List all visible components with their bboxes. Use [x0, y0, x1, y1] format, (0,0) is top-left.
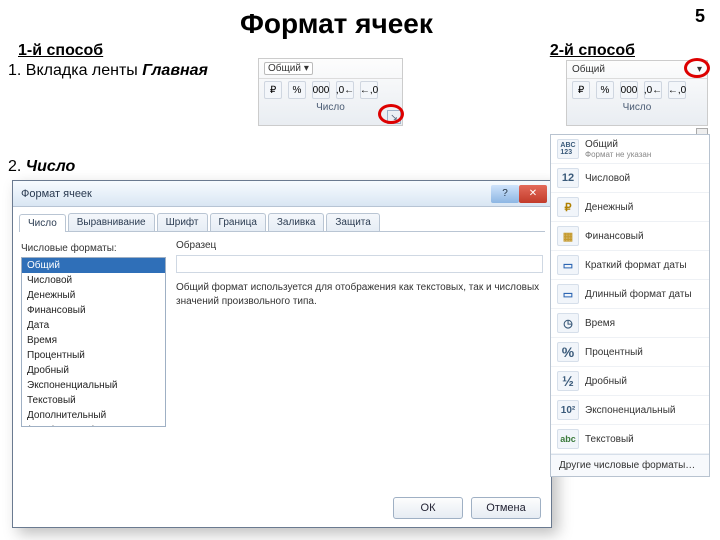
percent-format-icon: % — [557, 342, 579, 362]
dropdown-item-general[interactable]: ABC 123 Общий Формат не указан — [551, 135, 709, 164]
increase-decimal-icon[interactable]: ,0← — [644, 81, 662, 99]
dropdown-item-label: Дробный — [585, 376, 703, 387]
step2-group: Число — [26, 158, 76, 175]
dropdown-item-label: Денежный — [585, 202, 703, 213]
tab-alignment[interactable]: Выравнивание — [68, 213, 155, 231]
list-item[interactable]: Дата — [22, 318, 165, 333]
formats-list-label: Числовые форматы: — [21, 243, 117, 254]
dropdown-more-formats[interactable]: Другие числовые форматы… — [551, 454, 709, 476]
tab-protection[interactable]: Защита — [326, 213, 379, 231]
method2-heading: 2-й способ — [550, 42, 635, 60]
dropdown-item-longdate[interactable]: ▭ Длинный формат даты — [551, 280, 709, 309]
step1-tabname: Главная — [142, 62, 208, 79]
number-format-combo[interactable]: Общий ▾ — [264, 62, 313, 75]
dropdown-item-scientific[interactable]: 10² Экспоненциальный — [551, 396, 709, 425]
thousands-icon[interactable]: 000 — [312, 81, 330, 99]
list-item[interactable]: Процентный — [22, 348, 165, 363]
method1-heading: 1-й способ — [18, 42, 103, 60]
general-format-icon: ABC 123 — [557, 139, 579, 159]
dropdown-item-label: Текстовый — [585, 434, 703, 445]
step2-prefix: 2. — [8, 158, 26, 175]
increase-decimal-icon[interactable]: ,0← — [336, 81, 354, 99]
ok-button[interactable]: ОК — [393, 497, 463, 519]
close-button[interactable]: ✕ — [519, 185, 547, 203]
chevron-down-icon: ▾ — [304, 63, 309, 74]
cancel-button[interactable]: Отмена — [471, 497, 541, 519]
page-title: Формат ячеек — [240, 8, 433, 40]
ribbon-group-label-2: Число — [567, 101, 707, 113]
formats-listbox[interactable]: Общий Числовой Денежный Финансовый Дата … — [21, 257, 166, 427]
list-item[interactable]: Общий — [22, 258, 165, 273]
sample-label: Образец — [176, 240, 543, 251]
dropdown-item-percent[interactable]: % Процентный — [551, 338, 709, 367]
currency-icon[interactable]: ₽ — [572, 81, 590, 99]
list-item[interactable]: Числовой — [22, 273, 165, 288]
percent-icon[interactable]: % — [288, 81, 306, 99]
thousands-icon[interactable]: 000 — [620, 81, 638, 99]
list-item[interactable]: (все форматы) — [22, 423, 165, 427]
sample-box — [176, 255, 543, 273]
list-item[interactable]: Финансовый — [22, 303, 165, 318]
decrease-decimal-icon[interactable]: ←,0 — [668, 81, 686, 99]
highlight-circle-2 — [684, 58, 710, 78]
short-date-icon: ▭ — [557, 255, 579, 275]
format-description: Общий формат используется для отображени… — [176, 281, 543, 308]
dropdown-item-shortdate[interactable]: ▭ Краткий формат даты — [551, 251, 709, 280]
dialog-title: Формат ячеек — [21, 188, 92, 200]
list-item[interactable]: Дополнительный — [22, 408, 165, 423]
long-date-icon: ▭ — [557, 284, 579, 304]
list-item[interactable]: Время — [22, 333, 165, 348]
dialog-titlebar[interactable]: Формат ячеек ? ✕ — [13, 181, 551, 207]
tab-border[interactable]: Граница — [210, 213, 266, 231]
tab-font[interactable]: Шрифт — [157, 213, 208, 231]
dialog-tabs: Число Выравнивание Шрифт Граница Заливка… — [13, 207, 551, 231]
dropdown-item-label: Длинный формат даты — [585, 289, 703, 300]
tab-number[interactable]: Число — [19, 214, 66, 232]
dropdown-item-label: Экспоненциальный — [585, 405, 703, 416]
list-item[interactable]: Дробный — [22, 363, 165, 378]
dropdown-item-accounting[interactable]: ▦ Финансовый — [551, 222, 709, 251]
dropdown-item-label: Краткий формат даты — [585, 260, 703, 271]
dropdown-item-label: Финансовый — [585, 231, 703, 242]
dropdown-item-time[interactable]: ◷ Время — [551, 309, 709, 338]
currency-format-icon: ₽ — [557, 197, 579, 217]
dropdown-item-sub: Формат не указан — [585, 150, 703, 159]
tab-fill[interactable]: Заливка — [268, 213, 325, 231]
step2-text: 2. Число — [8, 158, 75, 176]
dropdown-item-currency[interactable]: ₽ Денежный — [551, 193, 709, 222]
scientific-format-icon: 10² — [557, 400, 579, 420]
list-item[interactable]: Текстовый — [22, 393, 165, 408]
format-cells-dialog: Формат ячеек ? ✕ Число Выравнивание Шриф… — [12, 180, 552, 528]
dropdown-item-label: Общий — [585, 139, 703, 150]
number-format-icon: 12 — [557, 168, 579, 188]
step1-prefix: 1. Вкладка ленты — [8, 62, 142, 79]
dropdown-item-text[interactable]: abc Текстовый — [551, 425, 709, 454]
time-format-icon: ◷ — [557, 313, 579, 333]
number-format-dropdown: ABC 123 Общий Формат не указан 12 Числов… — [550, 134, 710, 477]
currency-icon[interactable]: ₽ — [264, 81, 282, 99]
percent-icon[interactable]: % — [596, 81, 614, 99]
dropdown-item-label: Время — [585, 318, 703, 329]
dropdown-item-fraction[interactable]: ½ Дробный — [551, 367, 709, 396]
fraction-format-icon: ½ — [557, 371, 579, 391]
help-button[interactable]: ? — [491, 185, 519, 203]
highlight-circle-1 — [378, 104, 404, 124]
step1-text: 1. Вкладка ленты Главная — [8, 62, 208, 80]
dropdown-item-label: Процентный — [585, 347, 703, 358]
decrease-decimal-icon[interactable]: ←,0 — [360, 81, 378, 99]
list-item[interactable]: Денежный — [22, 288, 165, 303]
number-format-value-2: Общий — [572, 64, 605, 75]
accounting-format-icon: ▦ — [557, 226, 579, 246]
number-format-value: Общий — [268, 63, 301, 74]
list-item[interactable]: Экспоненциальный — [22, 378, 165, 393]
dropdown-item-number[interactable]: 12 Числовой — [551, 164, 709, 193]
text-format-icon: abc — [557, 429, 579, 449]
page-number: 5 — [695, 6, 705, 27]
dropdown-item-label: Числовой — [585, 173, 703, 184]
